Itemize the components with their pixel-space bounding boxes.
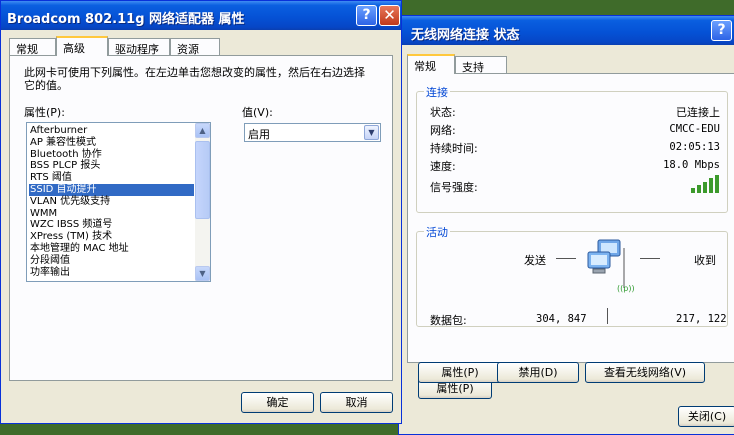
scroll-down-icon[interactable]: ▼: [195, 266, 210, 281]
ok-button[interactable]: 确定: [241, 392, 314, 413]
property-listbox[interactable]: Afterburner AP 兼容性模式 Bluetooth 协作 BSS PLCP …: [26, 122, 211, 282]
network-label: 网络:: [430, 124, 456, 137]
status-tabs: 常规 支持: [407, 54, 727, 74]
tab-support[interactable]: 支持: [455, 56, 507, 74]
disable-button[interactable]: 禁用(D): [497, 362, 579, 383]
activity-group-label: 活动: [424, 224, 450, 240]
property-list-item[interactable]: SSID 自动提升: [29, 184, 194, 196]
wireless-badge: ((p)): [617, 284, 635, 293]
duration-label: 持续时间:: [430, 142, 478, 155]
advanced-description: 此网卡可使用下列属性。在左边单击您想改变的属性，然后在右边选择它的值。: [24, 66, 365, 92]
speed-value: 18.0 Mbps: [663, 159, 720, 171]
tab-resources[interactable]: 资源: [170, 38, 220, 56]
status-value: 已连接上: [676, 106, 720, 119]
property-list-item[interactable]: RTS 阈值: [29, 172, 194, 184]
property-list-item[interactable]: 本地管理的 MAC 地址: [29, 243, 194, 255]
property-list-item[interactable]: BSS PLCP 报头: [29, 160, 194, 172]
scroll-up-icon[interactable]: ▲: [195, 123, 210, 138]
value-select[interactable]: 启用 ▼: [244, 123, 381, 142]
received-label: 收到: [694, 254, 716, 267]
duration-value: 02:05:13: [669, 141, 720, 153]
cancel-button[interactable]: 取消: [320, 392, 393, 413]
signal-label: 信号强度:: [430, 181, 478, 194]
property-list-item[interactable]: AP 兼容性模式: [29, 137, 194, 149]
property-list-item[interactable]: XPress (TM) 技术: [29, 231, 194, 243]
packets-received-value: 217, 122: [676, 313, 727, 325]
adapter-properties-window: Broadcom 802.11g 网络适配器 属性 ? ✕ 常规 高级 驱动程序…: [0, 0, 402, 424]
status-window-titlebar[interactable]: 无线网络连接 状态 ?: [399, 16, 734, 45]
close-icon[interactable]: ✕: [379, 5, 400, 26]
view-wireless-networks-button[interactable]: 查看无线网络(V): [585, 362, 705, 383]
status-label: 状态:: [430, 106, 456, 119]
property-label: 属性(P):: [24, 106, 65, 119]
property-list-item[interactable]: VLAN 优先级支持: [29, 196, 194, 208]
help-icon[interactable]: ?: [356, 5, 377, 26]
advanced-panel: 此网卡可使用下列属性。在左边单击您想改变的属性，然后在右边选择它的值。 属性(P…: [9, 55, 393, 381]
signal-strength-icon: [691, 175, 719, 193]
property-list-item[interactable]: Bluetooth 协作: [29, 149, 194, 161]
adapter-tabs: 常规 高级 驱动程序 资源: [9, 36, 389, 56]
chevron-down-icon[interactable]: ▼: [364, 125, 379, 140]
adapter-window-title: Broadcom 802.11g 网络适配器 属性: [7, 12, 245, 27]
packets-divider: [607, 308, 608, 324]
network-computers-icon: [587, 239, 625, 288]
tab-general[interactable]: 常规: [9, 38, 56, 56]
sent-label: 发送: [524, 254, 546, 267]
property-list-item[interactable]: 功率输出: [29, 267, 194, 279]
tab-general[interactable]: 常规: [407, 54, 455, 74]
property-scrollbar[interactable]: ▲ ▼: [195, 123, 210, 281]
network-value: CMCC-EDU: [669, 123, 720, 135]
property-list-item[interactable]: Afterburner: [29, 125, 194, 137]
received-line: [640, 258, 660, 259]
close-button[interactable]: 关闭(C): [678, 406, 734, 427]
property-list-item[interactable]: 分段阈值: [29, 255, 194, 267]
connection-group-label: 连接: [424, 84, 450, 100]
status-window-title: 无线网络连接 状态: [411, 28, 520, 43]
property-list-item[interactable]: WMM: [29, 208, 194, 220]
scroll-thumb[interactable]: [195, 141, 210, 219]
speed-label: 速度:: [430, 160, 456, 173]
status-window: 无线网络连接 状态 ? 常规 支持 连接 状态: 已连接上 网络: CMCC-E…: [398, 15, 734, 435]
sent-line: [556, 258, 576, 259]
properties-button[interactable]: 属性(P): [418, 362, 502, 383]
property-list-item[interactable]: WZC IBSS 频道号: [29, 219, 194, 231]
value-selected: 启用: [248, 128, 270, 141]
tab-driver[interactable]: 驱动程序: [108, 38, 170, 56]
adapter-window-titlebar[interactable]: Broadcom 802.11g 网络适配器 属性 ? ✕: [1, 1, 401, 30]
tab-advanced[interactable]: 高级: [56, 36, 108, 56]
status-panel: 连接 状态: 已连接上 网络: CMCC-EDU 持续时间: 02:05:13 …: [407, 73, 734, 399]
packets-sent-value: 304, 847: [536, 313, 587, 325]
value-label: 值(V):: [242, 106, 273, 119]
packets-label: 数据包:: [430, 314, 467, 327]
help-icon[interactable]: ?: [711, 20, 732, 41]
